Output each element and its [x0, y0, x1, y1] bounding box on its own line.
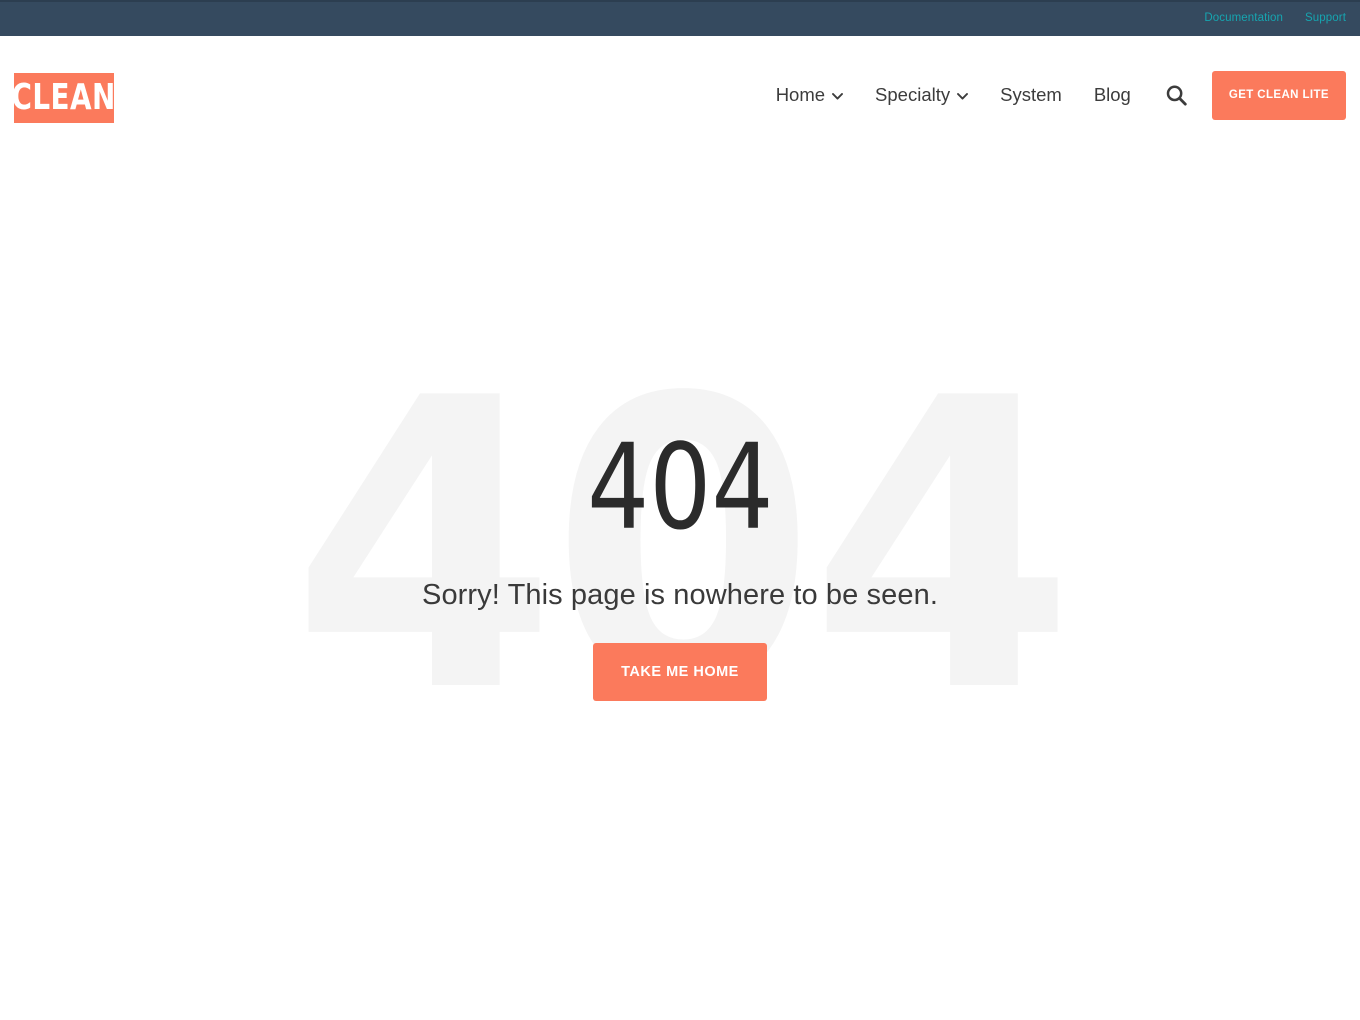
- nav-item-specialty[interactable]: Specialty: [859, 84, 984, 106]
- error-code: 404: [586, 418, 774, 556]
- search-button[interactable]: [1147, 84, 1202, 107]
- error-message: Sorry! This page is nowhere to be seen.: [422, 579, 938, 611]
- top-utility-links: Documentation Support: [1204, 13, 1346, 25]
- chevron-down-icon: [957, 92, 969, 100]
- nav-item-blog-label: Blog: [1093, 84, 1131, 105]
- nav-item-specialty-label: Specialty: [875, 84, 951, 105]
- chevron-down-icon: [832, 92, 843, 100]
- site-logo-text: CLEAN: [11, 77, 117, 118]
- topbar-link-support[interactable]: Support: [1305, 13, 1346, 25]
- site-logo[interactable]: CLEAN: [11, 73, 117, 123]
- nav-item-home-label: Home: [775, 84, 826, 105]
- main-navigation: Home Specialty System Blog GET CLEAN LIT…: [760, 70, 1346, 120]
- top-utility-bar: Documentation Support: [0, 0, 1360, 36]
- nav-item-system-label: System: [1000, 84, 1062, 105]
- nav-item-blog[interactable]: Blog: [1078, 84, 1147, 106]
- take-me-home-button[interactable]: TAKE ME HOME: [593, 642, 767, 701]
- error-page-hero: 404 404 Sorry! This page is nowhere to b…: [0, 150, 1360, 1020]
- error-content: 404 Sorry! This page is nowhere to be se…: [422, 398, 938, 701]
- search-icon: [1165, 84, 1188, 107]
- nav-item-system[interactable]: System: [984, 84, 1078, 106]
- site-header: CLEAN Home Specialty System Blog GET CLE…: [0, 36, 1360, 150]
- topbar-link-documentation[interactable]: Documentation: [1204, 13, 1283, 25]
- get-clean-lite-button[interactable]: GET CLEAN LITE: [1211, 70, 1346, 120]
- nav-item-home[interactable]: Home: [760, 84, 859, 106]
- error-page-inner: 404 404 Sorry! This page is nowhere to b…: [0, 348, 1360, 748]
